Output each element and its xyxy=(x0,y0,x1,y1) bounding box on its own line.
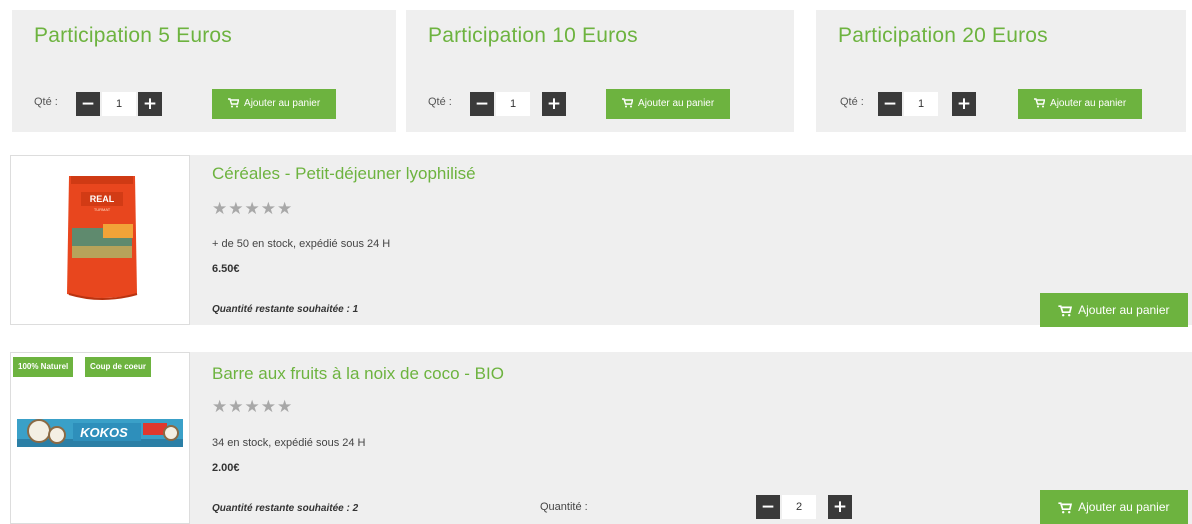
participation-card-5: Participation 5 Euros Qté : − 1 + Ajoute… xyxy=(12,10,396,132)
participation-title: Participation 20 Euros xyxy=(838,24,1048,47)
qty-label: Qté : xyxy=(840,96,864,108)
plus-button[interactable]: + xyxy=(138,92,162,116)
product-row: KOKOS 100% Naturel Coup de coeur Barre a… xyxy=(10,352,1192,524)
product-image[interactable]: REAL TURMAT xyxy=(10,155,190,325)
cart-icon xyxy=(1058,502,1073,514)
plus-button[interactable]: + xyxy=(828,495,852,519)
cart-label: Ajouter au panier xyxy=(1050,98,1127,109)
participation-title: Participation 5 Euros xyxy=(34,24,232,47)
remaining-quantity: Quantité restante souhaitée : 1 xyxy=(212,304,359,315)
qty-label: Qté : xyxy=(428,96,452,108)
minus-button[interactable]: − xyxy=(878,92,902,116)
cart-label: Ajouter au panier xyxy=(1078,303,1170,317)
cart-label: Ajouter au panier xyxy=(638,98,715,109)
product-row: REAL TURMAT Céréales - Petit-déjeuner ly… xyxy=(10,155,1192,327)
participation-title: Participation 10 Euros xyxy=(428,24,638,47)
star-rating: ★★★★★ xyxy=(212,397,294,416)
product-image[interactable]: KOKOS 100% Naturel Coup de coeur xyxy=(10,352,190,524)
badge-natural: 100% Naturel xyxy=(13,357,74,377)
product-price: 6.50€ xyxy=(212,263,240,275)
add-to-cart-button[interactable]: Ajouter au panier xyxy=(1040,490,1188,524)
minus-button[interactable]: − xyxy=(76,92,100,116)
minus-button[interactable]: − xyxy=(470,92,494,116)
quantity-label: Quantité : xyxy=(540,501,588,513)
package-sub: TURMAT xyxy=(94,207,111,212)
add-to-cart-button[interactable]: Ajouter au panier xyxy=(1018,89,1142,119)
add-to-cart-button[interactable]: Ajouter au panier xyxy=(606,89,730,119)
package-brand: KOKOS xyxy=(80,425,128,440)
plus-button[interactable]: + xyxy=(952,92,976,116)
badge-favorite: Coup de coeur xyxy=(85,357,152,377)
quantity-input[interactable]: 1 xyxy=(496,92,530,116)
cart-label: Ajouter au panier xyxy=(244,98,321,109)
plus-button[interactable]: + xyxy=(542,92,566,116)
cart-icon xyxy=(227,98,239,108)
quantity-input[interactable]: 2 xyxy=(782,495,816,519)
stock-status: + de 50 en stock, expédié sous 24 H xyxy=(212,238,391,250)
product-price: 2.00€ xyxy=(212,462,240,474)
add-to-cart-button[interactable]: Ajouter au panier xyxy=(1040,293,1188,327)
cart-icon xyxy=(1058,305,1073,317)
package-brand: REAL xyxy=(90,194,115,204)
product-title[interactable]: Barre aux fruits à la noix de coco - BIO xyxy=(212,364,504,384)
qty-label: Qté : xyxy=(34,96,58,108)
cart-label: Ajouter au panier xyxy=(1078,500,1170,514)
coconut-bar-image: KOKOS xyxy=(17,419,183,447)
participation-card-20: Participation 20 Euros Qté : − 1 + Ajout… xyxy=(816,10,1186,132)
cart-icon xyxy=(1033,98,1045,108)
minus-button[interactable]: − xyxy=(756,495,780,519)
remaining-quantity: Quantité restante souhaitée : 2 xyxy=(212,503,359,514)
product-title[interactable]: Céréales - Petit-déjeuner lyophilisé xyxy=(212,164,476,184)
star-rating: ★★★★★ xyxy=(212,199,294,218)
participation-card-10: Participation 10 Euros Qté : − 1 + Ajout… xyxy=(406,10,794,132)
freeze-dried-pouch-image: REAL TURMAT xyxy=(67,176,138,300)
add-to-cart-button[interactable]: Ajouter au panier xyxy=(212,89,336,119)
stock-status: 34 en stock, expédié sous 24 H xyxy=(212,437,366,449)
cart-icon xyxy=(621,98,633,108)
quantity-input[interactable]: 1 xyxy=(102,92,136,116)
quantity-input[interactable]: 1 xyxy=(904,92,938,116)
